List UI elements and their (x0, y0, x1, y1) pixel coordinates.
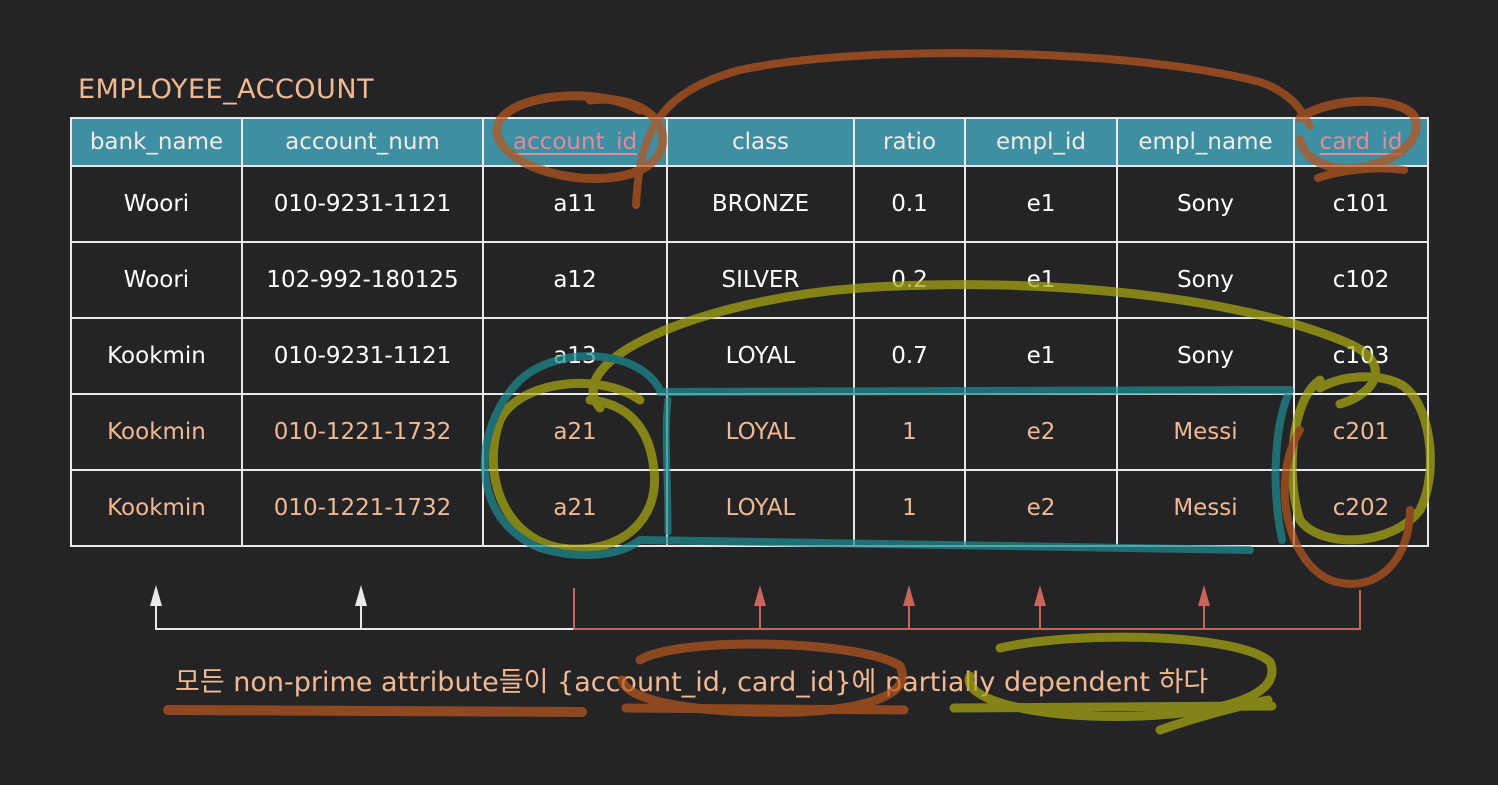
table-row-highlighted: Kookmin 010-1221-1732 a21 LOYAL 1 e2 Mes… (70, 393, 1429, 471)
header-bank-name: bank_name (70, 117, 243, 167)
cell-card-id: c103 (1293, 317, 1429, 395)
cell-account-num: 102-992-180125 (241, 241, 484, 319)
table-row: Woori 102-992-180125 a12 SILVER 0.2 e1 S… (70, 241, 1429, 319)
cell-ratio: 1 (853, 393, 966, 471)
arrowhead-empl-id (1034, 585, 1046, 606)
cell-card-id: c202 (1293, 469, 1429, 547)
cell-empl-name: Messi (1116, 469, 1295, 547)
dependency-bracket-white (155, 600, 574, 630)
cell-bank-name: Kookmin (70, 469, 243, 547)
arrowhead-account-num (355, 585, 367, 606)
cell-empl-name: Sony (1116, 165, 1295, 243)
cell-account-id: a13 (482, 317, 668, 395)
table-title: EMPLOYEE_ACCOUNT (78, 74, 375, 105)
cell-account-num: 010-9231-1121 (241, 317, 484, 395)
cell-account-id: a21 (482, 393, 668, 471)
header-card-id: card_id (1293, 117, 1429, 167)
cell-bank-name: Kookmin (70, 393, 243, 471)
ink-underline-key-set (621, 703, 909, 715)
cell-card-id: c102 (1293, 241, 1429, 319)
cell-bank-name: Woori (70, 241, 243, 319)
cell-card-id: c201 (1293, 393, 1429, 471)
cell-empl-name: Sony (1116, 241, 1295, 319)
cell-ratio: 0.7 (853, 317, 966, 395)
cell-account-id: a21 (482, 469, 668, 547)
cell-empl-id: e1 (964, 165, 1118, 243)
arrowhead-bank-name (150, 585, 162, 606)
table-row: Woori 010-9231-1121 a11 BRONZE 0.1 e1 So… (70, 165, 1429, 243)
cell-empl-id: e1 (964, 241, 1118, 319)
cell-ratio: 0.1 (853, 165, 966, 243)
slide-canvas: EMPLOYEE_ACCOUNT bank_name account_num a… (0, 0, 1498, 785)
dependency-bracket-red (573, 588, 1361, 630)
ink-underline-note-start (163, 705, 587, 717)
header-ratio: ratio (853, 117, 966, 167)
cell-ratio: 0.2 (853, 241, 966, 319)
arrowhead-class (754, 585, 766, 606)
cell-class: LOYAL (666, 469, 855, 547)
cell-empl-name: Messi (1116, 393, 1295, 471)
table-header-row: bank_name account_num account_id class r… (70, 117, 1429, 167)
cell-class: BRONZE (666, 165, 855, 243)
cell-card-id: c101 (1293, 165, 1429, 243)
header-class: class (666, 117, 855, 167)
cell-bank-name: Woori (70, 165, 243, 243)
header-account-num: account_num (241, 117, 484, 167)
cell-empl-id: e2 (964, 469, 1118, 547)
arrowhead-empl-name (1198, 585, 1210, 606)
header-empl-id: empl_id (964, 117, 1118, 167)
cell-class: LOYAL (666, 317, 855, 395)
cell-account-num: 010-9231-1121 (241, 165, 484, 243)
employee-account-table: bank_name account_num account_id class r… (70, 117, 1429, 547)
cell-account-num: 010-1221-1732 (241, 393, 484, 471)
cell-empl-name: Sony (1116, 317, 1295, 395)
arrowhead-ratio (903, 585, 915, 606)
header-empl-name: empl_name (1116, 117, 1295, 167)
cell-account-id: a12 (482, 241, 668, 319)
dependency-note: 모든 non-prime attribute들이 {account_id, ca… (175, 667, 1209, 698)
cell-ratio: 1 (853, 469, 966, 547)
cell-empl-id: e1 (964, 317, 1118, 395)
cell-class: LOYAL (666, 393, 855, 471)
cell-account-id: a11 (482, 165, 668, 243)
table-row-highlighted: Kookmin 010-1221-1732 a21 LOYAL 1 e2 Mes… (70, 469, 1429, 547)
cell-empl-id: e2 (964, 393, 1118, 471)
header-account-id: account_id (482, 117, 668, 167)
cell-bank-name: Kookmin (70, 317, 243, 395)
table-row: Kookmin 010-9231-1121 a13 LOYAL 0.7 e1 S… (70, 317, 1429, 395)
ink-underline-partial (949, 695, 1277, 735)
cell-account-num: 010-1221-1732 (241, 469, 484, 547)
cell-class: SILVER (666, 241, 855, 319)
